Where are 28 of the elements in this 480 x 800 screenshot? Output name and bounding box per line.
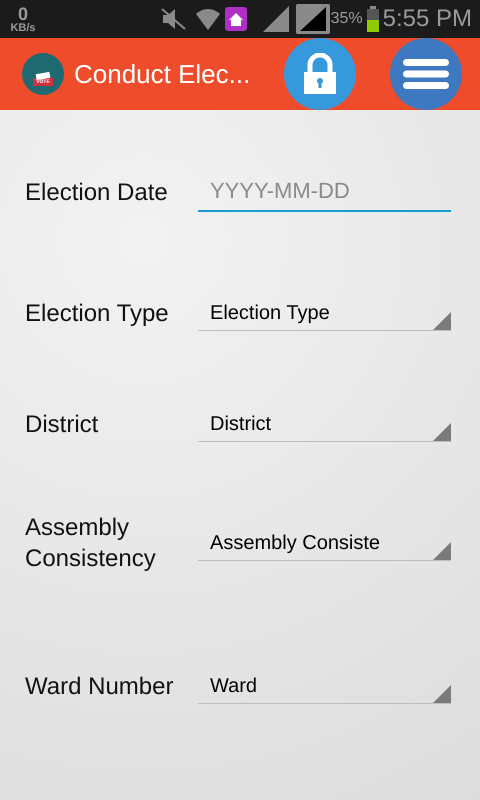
dropdown-triangle-icon [433,423,451,441]
dropdown[interactable]: Assembly Consiste [198,525,451,561]
home-icon [224,7,247,31]
dropdown[interactable]: Ward [198,668,451,704]
dropdown-triangle-icon [433,312,451,330]
dropdown-triangle-icon [433,685,451,703]
ballot-paper [36,72,50,80]
date-field[interactable]: YYYY-MM-DD [198,172,451,212]
clock: 5:55 PM [382,4,472,34]
battery-percent: 35% [330,9,363,29]
speed-unit: KB/s [10,22,36,34]
menu-icon [402,58,450,90]
dropdown-triangle-icon [433,542,451,560]
field-label: Election Date [25,178,169,208]
dropdown[interactable]: Election Type [198,295,451,331]
field-label: Assembly Consistency [25,513,157,574]
field-label: District [25,410,100,440]
signal-icon [262,6,291,32]
field-label: Election Type [25,298,170,328]
battery-icon [366,6,379,32]
signal-icon [294,3,331,35]
app-title: Conduct Elec... [74,58,250,90]
lock-icon [302,53,338,95]
mute-icon [160,7,187,31]
wifi-icon [194,6,221,32]
speed-value: 0 [18,4,28,22]
field-label: Ward Number [25,672,174,702]
dropdown[interactable]: District [198,406,451,442]
